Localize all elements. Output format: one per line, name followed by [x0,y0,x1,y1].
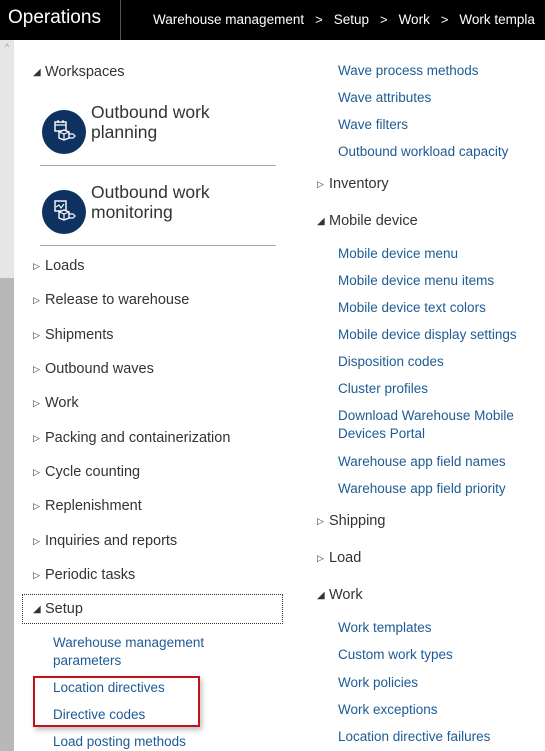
group-loads[interactable]: ▷ Loads [33,258,85,274]
app-title[interactable]: Operations [8,7,101,29]
collapsed-triangle-icon: ▷ [33,432,40,443]
collapsed-triangle-icon: ▷ [33,466,40,477]
scrollbar-thumb[interactable] [0,278,14,751]
breadcrumb-work[interactable]: Work [399,12,430,27]
collapsed-triangle-icon: ▷ [317,515,324,526]
breadcrumb-work-templates[interactable]: Work templa [459,12,535,27]
collapsed-triangle-icon: ▷ [33,535,40,546]
expanded-triangle-icon: ◢ [33,603,41,615]
link-warehouse-app-field-priority[interactable]: Warehouse app field priority [338,480,506,498]
group-work-right[interactable]: ◢ Work [317,587,363,603]
breadcrumb: Warehouse management > Setup > Work > Wo… [153,12,535,27]
link-wave-process-methods[interactable]: Wave process methods [338,62,479,80]
scroll-up-icon[interactable]: ^ [2,42,12,52]
link-disposition-codes[interactable]: Disposition codes [338,353,444,371]
group-shipments[interactable]: ▷ Shipments [33,327,114,343]
group-workspaces[interactable]: ◢ Workspaces [33,64,125,80]
group-inventory[interactable]: ▷ Inventory [317,176,389,192]
workspace-tile-outbound-work-monitoring[interactable]: Outbound work monitoring [40,182,276,265]
link-work-templates[interactable]: Work templates [338,619,432,637]
collapsed-triangle-icon: ▷ [33,294,40,305]
chevron-right-icon: > [379,12,388,27]
calendar-box-icon [42,110,86,154]
group-replenishment[interactable]: ▷ Replenishment [33,498,142,514]
collapsed-triangle-icon: ▷ [33,363,40,374]
divider [40,165,276,166]
breadcrumb-setup[interactable]: Setup [334,12,369,27]
link-cluster-profiles[interactable]: Cluster profiles [338,380,428,398]
link-mobile-device-menu-items[interactable]: Mobile device menu items [338,272,494,290]
group-periodic-tasks[interactable]: ▷ Periodic tasks [33,567,135,583]
collapsed-triangle-icon: ▷ [33,500,40,511]
link-work-policies[interactable]: Work policies [338,674,418,692]
workspace-title: Outbound work monitoring [91,182,210,222]
collapsed-triangle-icon: ▷ [317,552,324,563]
group-load[interactable]: ▷ Load [317,550,361,566]
link-warehouse-app-field-names[interactable]: Warehouse app field names [338,453,506,471]
link-mobile-device-display-settings[interactable]: Mobile device display settings [338,326,517,344]
group-mobile-device[interactable]: ◢ Mobile device [317,213,418,229]
collapsed-triangle-icon: ▷ [33,569,40,580]
group-cycle-counting[interactable]: ▷ Cycle counting [33,464,140,480]
link-location-directive-failures[interactable]: Location directive failures [338,728,490,746]
group-outbound-waves[interactable]: ▷ Outbound waves [33,361,154,377]
chevron-right-icon: > [315,12,323,27]
link-mobile-device-text-colors[interactable]: Mobile device text colors [338,299,486,317]
group-label: Workspaces [45,64,125,80]
link-work-exceptions[interactable]: Work exceptions [338,701,438,719]
collapsed-triangle-icon: ▷ [33,329,40,340]
top-bar: Operations Warehouse management > Setup … [0,0,545,40]
collapsed-triangle-icon: ▷ [317,178,324,189]
link-load-posting-methods[interactable]: Load posting methods [53,733,186,751]
expanded-triangle-icon: ◢ [317,215,325,227]
chart-box-icon [42,190,86,234]
group-inquiries-and-reports[interactable]: ▷ Inquiries and reports [33,533,177,549]
link-custom-work-types[interactable]: Custom work types [338,646,453,664]
link-mobile-device-menu[interactable]: Mobile device menu [338,245,458,263]
collapsed-triangle-icon: ▷ [33,260,40,271]
group-work[interactable]: ▷ Work [33,395,79,411]
link-outbound-workload-capacity[interactable]: Outbound workload capacity [338,143,508,161]
group-setup[interactable]: ◢ Setup [33,601,83,617]
expanded-triangle-icon: ◢ [33,66,41,78]
link-wave-filters[interactable]: Wave filters [338,116,408,134]
chevron-right-icon: > [440,12,449,27]
link-warehouse-management-parameters[interactable]: Warehouse management parameters [53,634,204,670]
divider [40,245,276,246]
group-shipping[interactable]: ▷ Shipping [317,513,385,529]
highlight-box [33,676,200,727]
breadcrumb-warehouse-management[interactable]: Warehouse management [153,12,304,27]
link-wave-attributes[interactable]: Wave attributes [338,89,431,107]
workspace-title: Outbound work planning [91,102,210,142]
workspace-tile-outbound-work-planning[interactable]: Outbound work planning [40,102,276,185]
group-packing-and-containerization[interactable]: ▷ Packing and containerization [33,430,230,446]
link-download-warehouse-mobile-devices-portal[interactable]: Download Warehouse Mobile Devices Portal [338,407,514,443]
expanded-triangle-icon: ◢ [317,589,325,601]
title-divider [120,0,121,40]
collapsed-triangle-icon: ▷ [33,397,40,408]
group-release-to-warehouse[interactable]: ▷ Release to warehouse [33,292,189,308]
